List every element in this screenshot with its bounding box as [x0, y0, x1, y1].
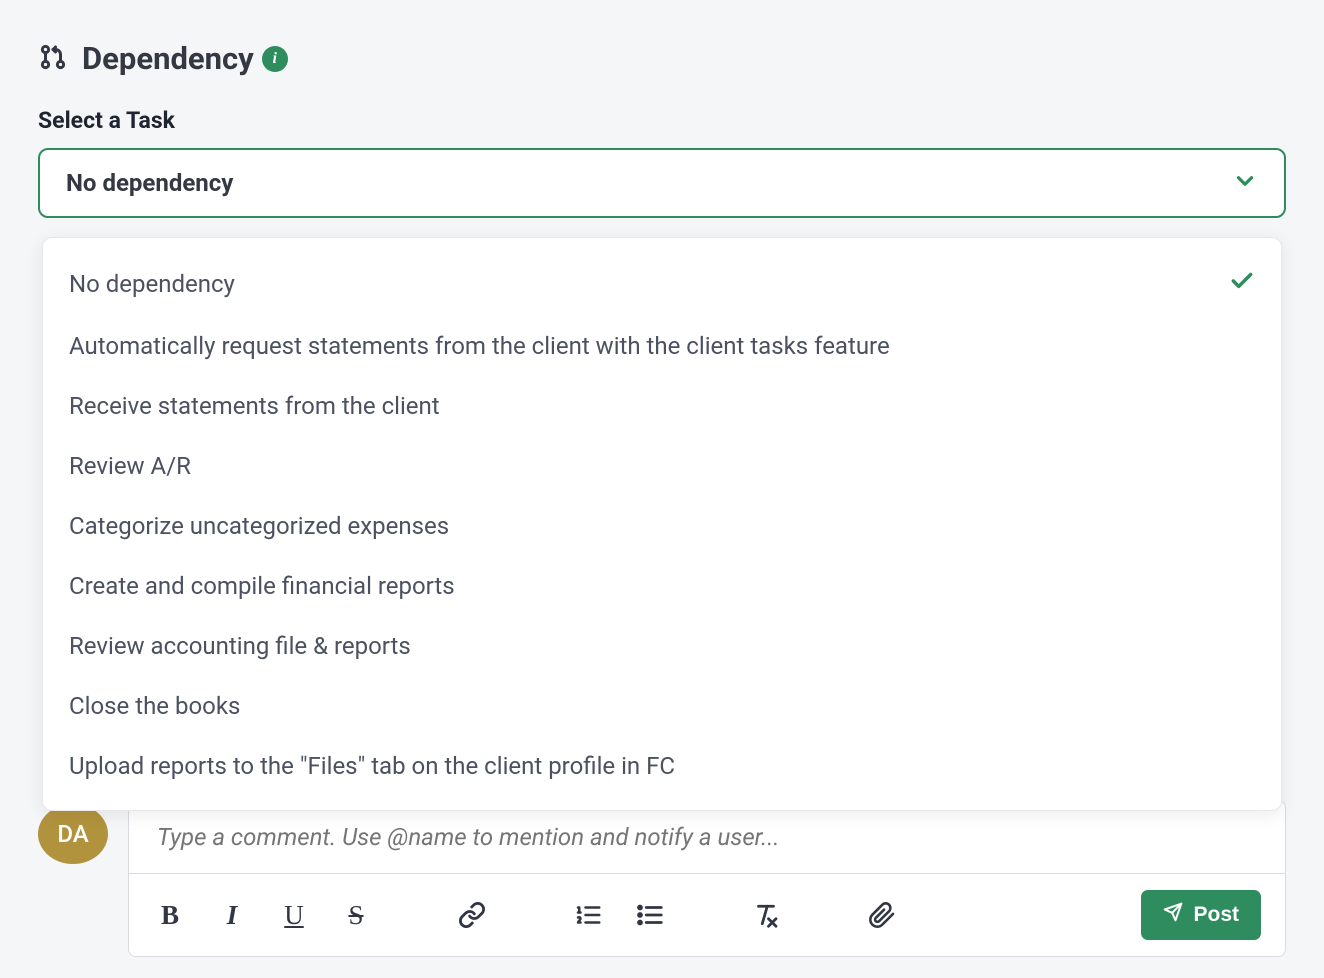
dropdown-option[interactable]: Review A/R	[43, 436, 1281, 496]
comment-input[interactable]	[129, 801, 1285, 873]
editor-toolbar: B I U S	[129, 873, 1285, 956]
bullet-list-icon[interactable]	[633, 898, 667, 932]
bold-icon[interactable]: B	[153, 898, 187, 932]
dropdown-option[interactable]: Upload reports to the "Files" tab on the…	[43, 736, 1281, 796]
send-icon	[1163, 902, 1183, 928]
dropdown-option[interactable]: Automatically request statements from th…	[43, 316, 1281, 376]
dropdown-option[interactable]: Review accounting file & reports	[43, 616, 1281, 676]
ordered-list-icon[interactable]	[571, 898, 605, 932]
task-select[interactable]: No dependency	[38, 148, 1286, 218]
comment-box: B I U S	[128, 800, 1286, 957]
dropdown-option[interactable]: Receive statements from the client	[43, 376, 1281, 436]
field-label: Select a Task	[38, 107, 1286, 134]
info-icon[interactable]: i	[262, 46, 288, 72]
option-label: Categorize uncategorized expenses	[69, 512, 449, 540]
option-label: Review accounting file & reports	[69, 632, 411, 660]
option-label: Receive statements from the client	[69, 392, 440, 420]
dependency-icon	[38, 42, 68, 76]
select-value: No dependency	[66, 169, 233, 197]
option-label: Upload reports to the "Files" tab on the…	[69, 752, 675, 780]
section-title: Dependency	[82, 40, 254, 77]
clear-format-icon[interactable]	[749, 898, 783, 932]
avatar: DA	[38, 804, 108, 864]
attachment-icon[interactable]	[865, 898, 899, 932]
option-label: Automatically request statements from th…	[69, 332, 890, 360]
post-button[interactable]: Post	[1141, 890, 1261, 940]
check-icon	[1229, 268, 1255, 300]
dropdown-option[interactable]: No dependency	[43, 252, 1281, 316]
section-header: Dependency i	[38, 40, 1286, 77]
option-label: No dependency	[69, 270, 235, 298]
option-label: Close the books	[69, 692, 240, 720]
option-label: Create and compile financial reports	[69, 572, 455, 600]
dropdown-option[interactable]: Categorize uncategorized expenses	[43, 496, 1281, 556]
dropdown-option[interactable]: Close the books	[43, 676, 1281, 736]
task-dropdown: No dependency Automatically request state…	[42, 237, 1282, 811]
chevron-down-icon	[1232, 168, 1258, 198]
link-icon[interactable]	[455, 898, 489, 932]
italic-icon[interactable]: I	[215, 898, 249, 932]
dropdown-option[interactable]: Create and compile financial reports	[43, 556, 1281, 616]
option-label: Review A/R	[69, 452, 191, 480]
underline-icon[interactable]: U	[277, 898, 311, 932]
post-label: Post	[1193, 903, 1239, 927]
strikethrough-icon[interactable]: S	[339, 898, 373, 932]
